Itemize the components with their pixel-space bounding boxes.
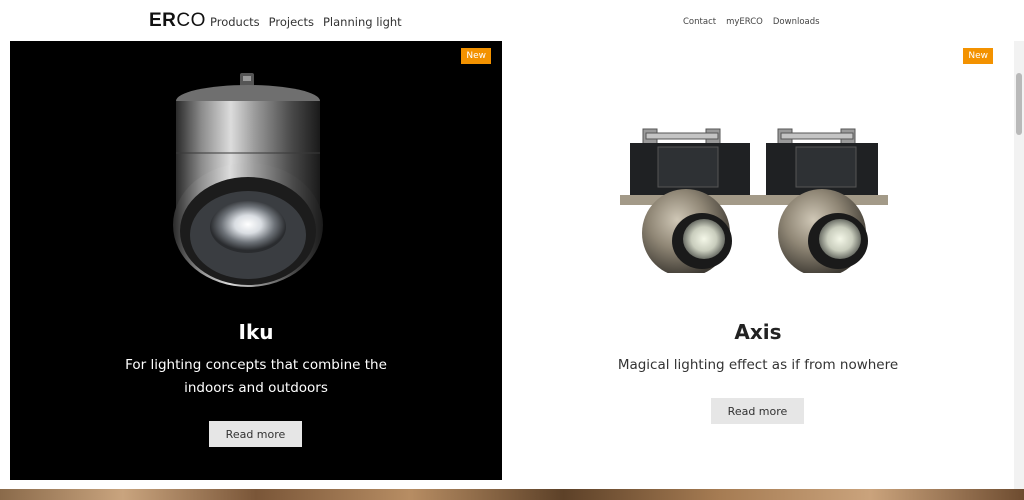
erco-logo[interactable]: ERCO	[149, 10, 206, 32]
nav-contact[interactable]: Contact	[683, 17, 716, 27]
nav-myerco[interactable]: myERCO	[726, 17, 763, 27]
iku-downlight-image	[173, 73, 323, 287]
nav-products[interactable]: Products	[210, 15, 260, 29]
axis-spotlight-image	[620, 128, 888, 273]
scrollbar-thumb[interactable]	[1016, 73, 1022, 135]
service-nav: Contact myERCO Downloads	[683, 17, 820, 27]
product-card-iku[interactable]: New Iku For lighting concepts that combi…	[10, 41, 502, 480]
next-section-image-strip	[0, 489, 1024, 500]
read-more-button[interactable]: Read more	[209, 421, 302, 447]
main-nav: Products Projects Planning light	[210, 15, 402, 29]
logo-part-bold: ER	[149, 10, 177, 31]
product-description: Magical lighting effect as if from nowhe…	[617, 357, 899, 373]
nav-downloads[interactable]: Downloads	[773, 17, 820, 27]
nav-projects[interactable]: Projects	[269, 15, 314, 29]
read-more-button[interactable]: Read more	[711, 398, 804, 424]
nav-planning-light[interactable]: Planning light	[323, 15, 402, 29]
product-card-axis[interactable]: New Axis Magical lighting effect as if f…	[512, 41, 1004, 480]
site-header: ERCO Products Projects Planning light Co…	[0, 0, 1024, 41]
product-title: Iku	[238, 320, 274, 344]
new-badge: New	[963, 48, 993, 64]
new-badge: New	[461, 48, 491, 64]
logo-part-light: CO	[176, 10, 206, 31]
product-title: Axis	[734, 320, 782, 344]
product-description: For lighting concepts that combine the i…	[125, 357, 387, 396]
page-scrollbar[interactable]	[1014, 41, 1024, 491]
